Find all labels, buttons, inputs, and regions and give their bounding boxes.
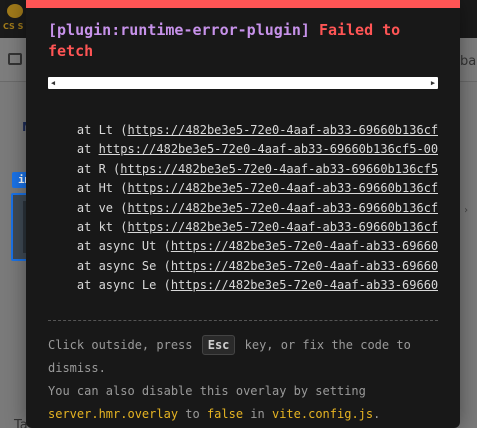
horizontal-scrollbar[interactable]: ◀ ▶ (48, 77, 438, 89)
frame-url-link[interactable]: https://482be3e5-72e0-4aaf-ab33-69660b13… (127, 181, 438, 195)
frame-url-link[interactable]: https://482be3e5-72e0-4aaf-ab33-69660b13… (99, 142, 438, 156)
stack-frame: at kt (https://482be3e5-72e0-4aaf-ab33-6… (48, 220, 438, 239)
frame-url-link[interactable]: https://482be3e5-72e0-4aaf-ab33-69660b13… (120, 162, 438, 176)
frame-function: at ve ( (48, 200, 128, 215)
frame-url-link[interactable]: https://482be3e5-72e0-4aaf-ab33-69660b13… (127, 201, 438, 215)
logo-text: CS S (3, 22, 24, 31)
tv-icon[interactable] (8, 53, 22, 65)
stack-frame: at R (https://482be3e5-72e0-4aaf-ab33-69… (48, 162, 438, 181)
plugin-label: [plugin:runtime-error-plugin] (48, 21, 310, 39)
frame-function: at R ( (48, 161, 121, 176)
tip-line-1: Click outside, press Esc key, or fix the… (48, 334, 438, 380)
error-title: [plugin:runtime-error-plugin] Failed to … (48, 20, 448, 62)
logo-mark-icon (7, 4, 23, 18)
frame-function: at async Le ( (48, 278, 171, 293)
error-overlay: [plugin:runtime-error-plugin] Failed to … (26, 0, 460, 428)
divider (48, 320, 438, 321)
frame-function: at async Se ( (48, 258, 171, 273)
stack-frame: at Lt (https://482be3e5-72e0-4aaf-ab33-6… (48, 123, 438, 142)
scroll-left-icon[interactable]: ◀ (48, 77, 58, 89)
overlay-tip: Click outside, press Esc key, or fix the… (48, 334, 438, 426)
tip-text: to (178, 407, 207, 421)
stack-frame: at ve (https://482be3e5-72e0-4aaf-ab33-6… (48, 201, 438, 220)
tip-text: . (373, 407, 381, 421)
frame-function: at Ht ( (48, 181, 128, 196)
stack-frame: at https://482be3e5-72e0-4aaf-ab33-69660… (48, 142, 438, 161)
esc-key: Esc (201, 335, 236, 355)
frame-function: at (48, 142, 99, 157)
nav-item-partial[interactable]: bal (460, 54, 477, 69)
frame-url-link[interactable]: https://482be3e5-72e0-4aaf-ab33-69660b13… (127, 123, 438, 137)
chevron-right-icon[interactable]: › (463, 205, 469, 216)
config-key: server.hmr.overlay (48, 407, 179, 421)
frame-function: at Lt ( (48, 123, 128, 137)
stack-trace: at Lt (https://482be3e5-72e0-4aaf-ab33-6… (48, 123, 438, 298)
frame-function: at async Ut ( (48, 239, 171, 254)
tip-line-2: You can also disable this overlay by set… (48, 380, 438, 426)
frame-function: at kt ( (48, 219, 128, 234)
false-value: false (206, 407, 244, 421)
stack-frame: at async Se (https://482be3e5-72e0-4aaf-… (48, 259, 438, 278)
stack-frame: at async Ut (https://482be3e5-72e0-4aaf-… (48, 239, 438, 258)
tip-text: Click outside, press (48, 338, 200, 352)
frame-url-link[interactable]: https://482be3e5-72e0-4aaf-ab33-69660b13… (127, 220, 438, 234)
tip-text: You can also disable this overlay by set… (48, 384, 366, 398)
config-file: vite.config.js (271, 407, 374, 421)
tip-text: in (243, 407, 272, 421)
frame-url-link[interactable]: https://482be3e5-72e0-4aaf-ab33-69660b (171, 259, 438, 273)
frame-url-link[interactable]: https://482be3e5-72e0-4aaf-ab33-69660b (171, 239, 438, 253)
stack-frame: at Ht (https://482be3e5-72e0-4aaf-ab33-6… (48, 181, 438, 200)
stack-frame: at async Le (https://482be3e5-72e0-4aaf-… (48, 278, 438, 297)
scroll-right-icon[interactable]: ▶ (428, 77, 438, 89)
frame-url-link[interactable]: https://482be3e5-72e0-4aaf-ab33-69660b (171, 278, 438, 292)
